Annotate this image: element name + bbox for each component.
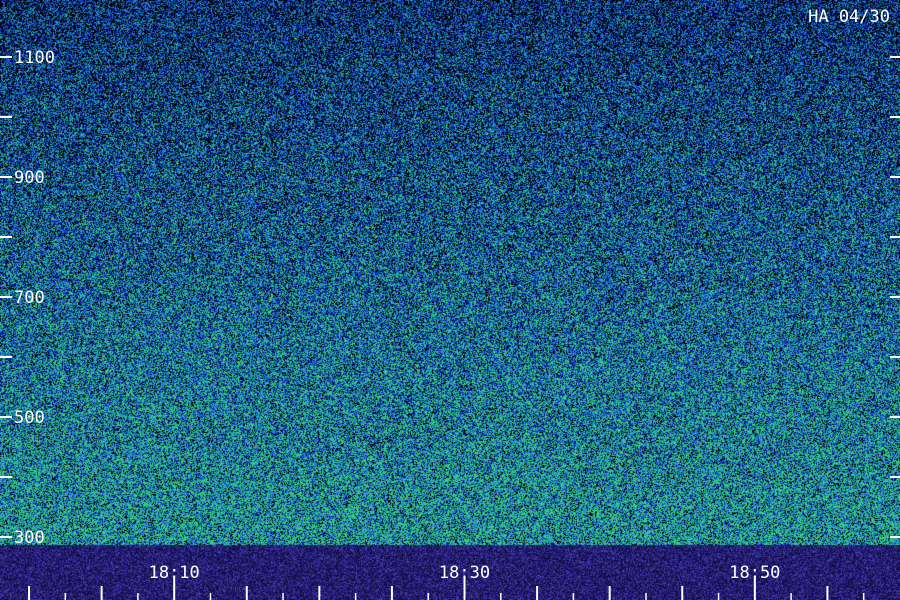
y-tick-label: 500 (14, 408, 45, 428)
x-tick-label: 18:10 (149, 563, 200, 583)
chart-overlay: HA 04/30 300 500 700 900 1100 18:10 18:30 18:5… (0, 7, 900, 600)
y-axis: 300 500 700 900 1100 (0, 48, 900, 548)
y-tick-label: 300 (14, 528, 45, 548)
y-tick-label: 900 (14, 168, 45, 188)
x-axis: 18:10 18:30 18:50 (28, 563, 865, 600)
y-tick-label: 700 (14, 288, 45, 308)
spectrogram-chart: HA 04/30 300 500 700 900 1100 18:10 18:30 18:5… (0, 0, 900, 600)
chart-title: HA 04/30 (808, 7, 890, 27)
x-tick-label: 18:50 (729, 563, 780, 583)
y-tick-label: 1100 (14, 48, 55, 68)
x-tick-label: 18:30 (439, 563, 490, 583)
